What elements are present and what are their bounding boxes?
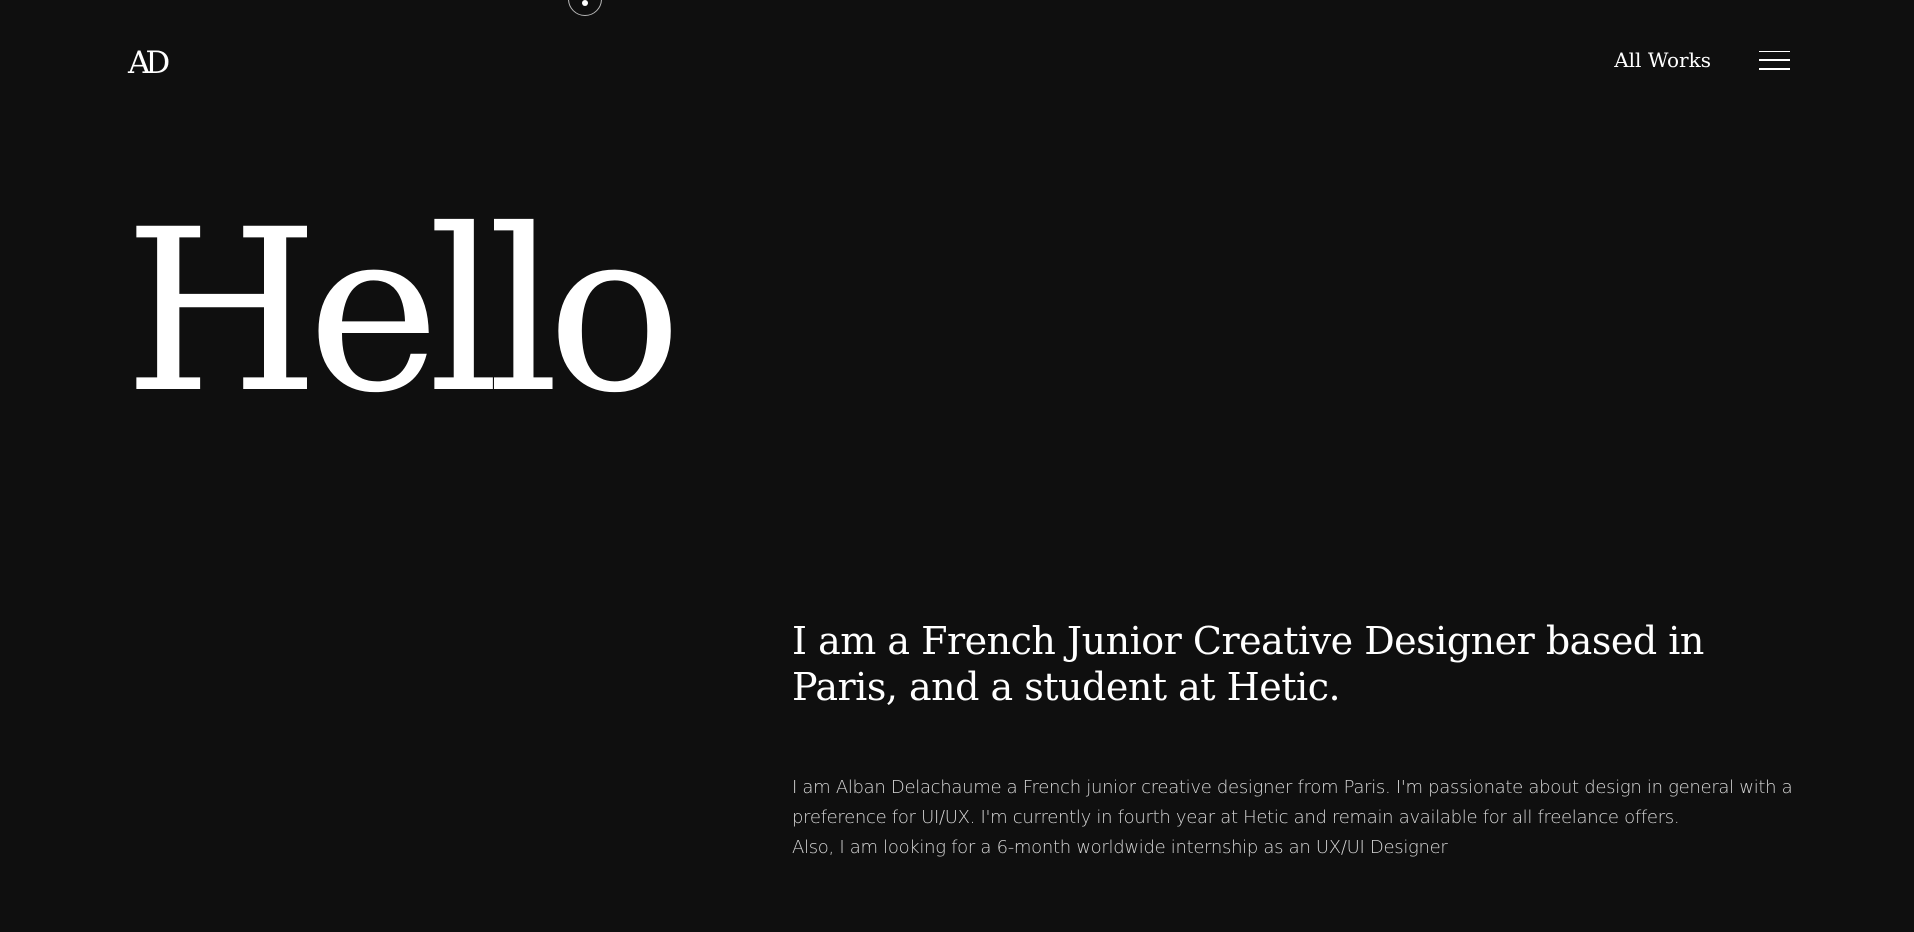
custom-cursor-icon — [568, 0, 602, 16]
hamburger-menu-icon[interactable] — [1759, 50, 1790, 70]
bio-line: I am Alban Delachaume a French junior cr… — [792, 777, 1793, 828]
about-headline: I am a French Junior Creative Designer b… — [792, 619, 1704, 709]
menu-line — [1759, 50, 1790, 53]
bio-line: Also, I am looking for a 6-month worldwi… — [792, 837, 1448, 858]
logo[interactable]: AD — [128, 48, 170, 79]
menu-line — [1759, 59, 1790, 61]
main-nav: All Works — [1614, 50, 1790, 70]
all-works-link[interactable]: All Works — [1614, 50, 1711, 70]
menu-line — [1759, 67, 1790, 70]
about-bio: I am Alban Delachaume a French junior cr… — [792, 773, 1802, 863]
page: AD All Works Hello I am a French Junior … — [0, 0, 1914, 932]
hero-title: Hello — [124, 181, 682, 442]
